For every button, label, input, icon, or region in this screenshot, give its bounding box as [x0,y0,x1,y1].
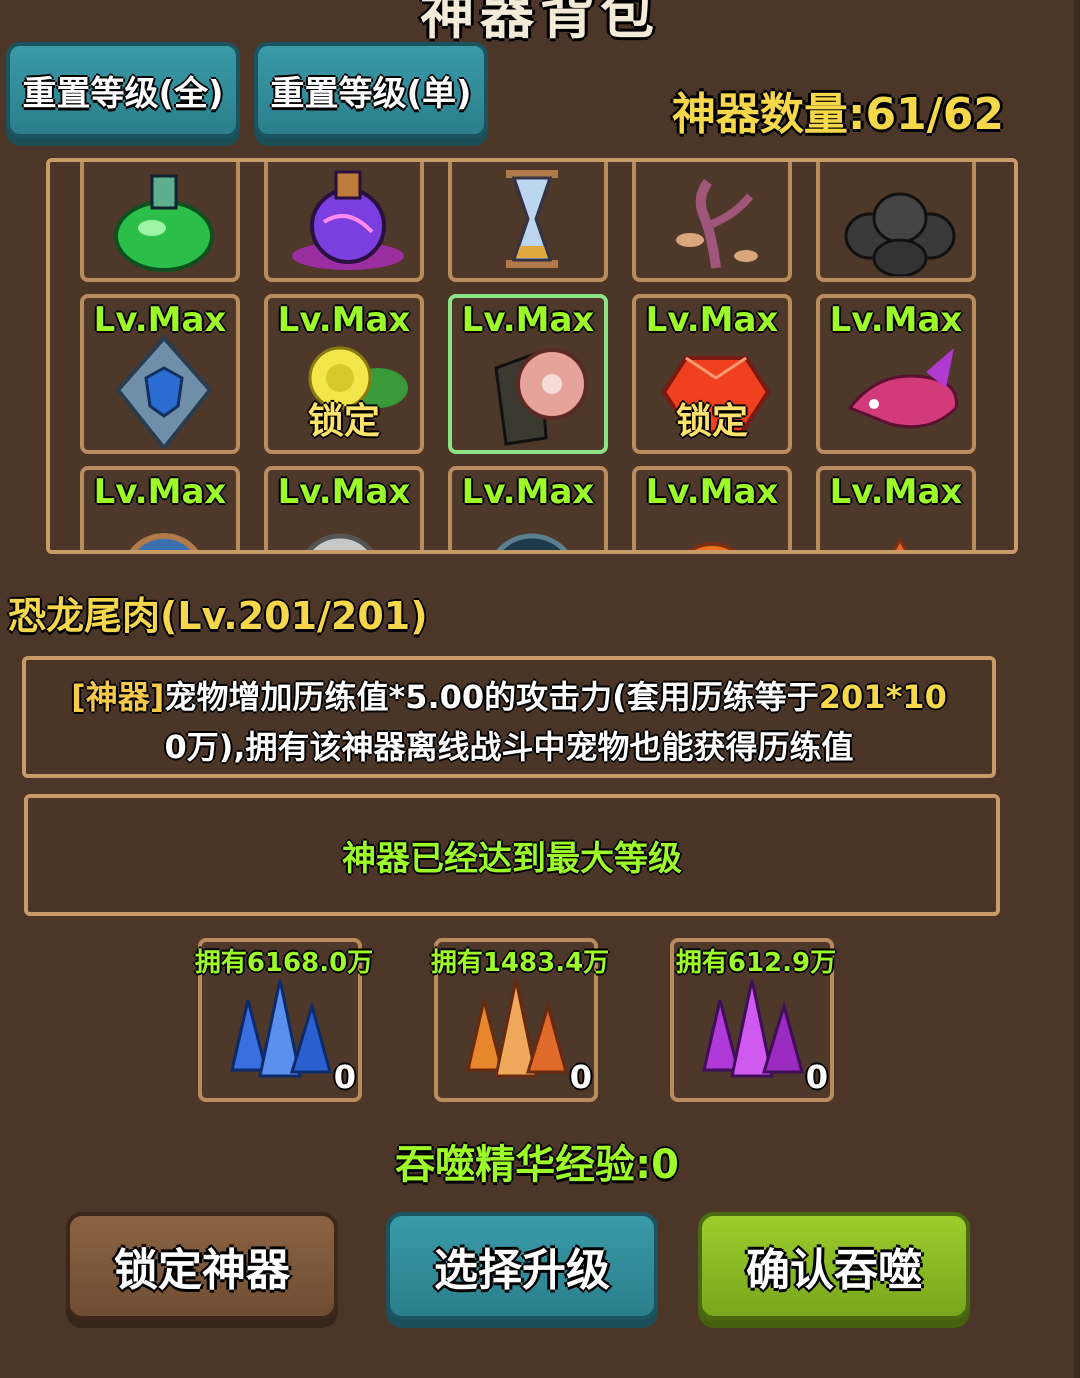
purple-crystal-icon [702,979,804,1078]
level-label: Lv.Max [93,472,227,512]
artifact-bag-panel: 神器背包 重置等级(全) 重置等级(单) 神器数量:61/62 Lv.Max L… [0,0,1080,1378]
confirm-devour-button[interactable]: 确认吞噬 [698,1212,970,1320]
selected-quantity: 0 [333,1058,356,1096]
locked-label: 锁定 [307,401,380,442]
artifact-slot[interactable] [816,162,976,282]
locked-label: 锁定 [675,401,748,442]
reset-level-single-button[interactable]: 重置等级(单) [254,42,488,138]
owned-amount: 拥有612.9万 [675,948,837,978]
owned-amount: 拥有6168.0万 [194,948,374,978]
devour-exp-text: 吞噬精华经验:0 [395,1142,679,1188]
level-label: Lv.Max [461,472,595,512]
artifact-slot[interactable] [80,162,240,282]
artifact-slot[interactable]: Lv.Max [448,466,608,550]
select-upgrade-button[interactable]: 选择升级 [386,1212,658,1320]
panel-title: 神器背包 [420,0,660,46]
artifact-slot[interactable] [448,162,608,282]
blue-crystal-icon [230,979,332,1078]
artifact-slot[interactable]: Lv.Max [80,466,240,550]
level-label: Lv.Max [645,472,779,512]
artifact-slot[interactable] [264,162,424,282]
blue-crystal-slot[interactable]: 拥有6168.0万 0 [195,938,373,1102]
lock-artifact-button[interactable]: 锁定神器 [66,1212,338,1320]
level-label: Lv.Max [829,472,963,512]
level-label: Lv.Max [829,300,963,340]
selected-quantity: 0 [569,1058,592,1096]
description-number: 201*10 [818,678,947,716]
level-label: Lv.Max [93,300,227,340]
hourglass-icon [506,170,558,268]
description-tag: [神器] [71,678,165,716]
artifact-slot-selected[interactable]: Lv.Max [448,294,608,454]
black-eggs-icon [844,192,956,276]
level-label: Lv.Max [277,472,411,512]
max-level-text: 神器已经达到最大等级 [342,838,682,879]
selected-item-name: 恐龙尾肉(Lv.201/201) [8,594,428,638]
orange-crystal-slot[interactable]: 拥有1483.4万 0 [431,938,609,1102]
level-label: Lv.Max [277,300,411,340]
description-text-cont: 0万),拥有该神器离线战斗中宠物也能获得历练值 [164,728,854,766]
description-text: 宠物增加历练值*5.00的攻击力(套用历练等于 [164,678,819,716]
reset-level-all-button[interactable]: 重置等级(全) [6,42,240,138]
artifact-grid[interactable]: Lv.Max Lv.Max 锁定 Lv.Max Lv.Max 锁定 Lv.Max… [46,158,1018,554]
purple-crystal-slot[interactable]: 拥有612.9万 0 [670,938,836,1102]
mushroom-tree-icon [676,179,758,269]
artifact-slot[interactable]: Lv.Max [632,466,792,550]
selected-quantity: 0 [805,1058,828,1096]
artifact-slot[interactable]: Lv.Max [80,294,240,454]
artifact-slot[interactable] [632,162,792,282]
owned-amount: 拥有1483.4万 [430,948,610,978]
max-level-notice: 神器已经达到最大等级 [24,794,1000,916]
artifact-slot[interactable]: Lv.Max [816,294,976,454]
artifact-slot[interactable]: Lv.Max [264,466,424,550]
artifact-count: 神器数量:61/62 [671,89,1004,140]
level-label: Lv.Max [645,300,779,340]
artifact-slot[interactable]: Lv.Max 锁定 [264,294,424,454]
orange-crystal-icon [466,979,568,1078]
item-description: [神器]宠物增加历练值*5.00的攻击力(套用历练等于201*10 0万),拥有该… [22,656,996,778]
level-label: Lv.Max [461,300,595,340]
artifact-slot[interactable]: Lv.Max 锁定 [632,294,792,454]
purple-potion-icon [292,170,404,270]
green-potion-icon [114,174,214,272]
artifact-slot[interactable]: Lv.Max [816,466,976,550]
